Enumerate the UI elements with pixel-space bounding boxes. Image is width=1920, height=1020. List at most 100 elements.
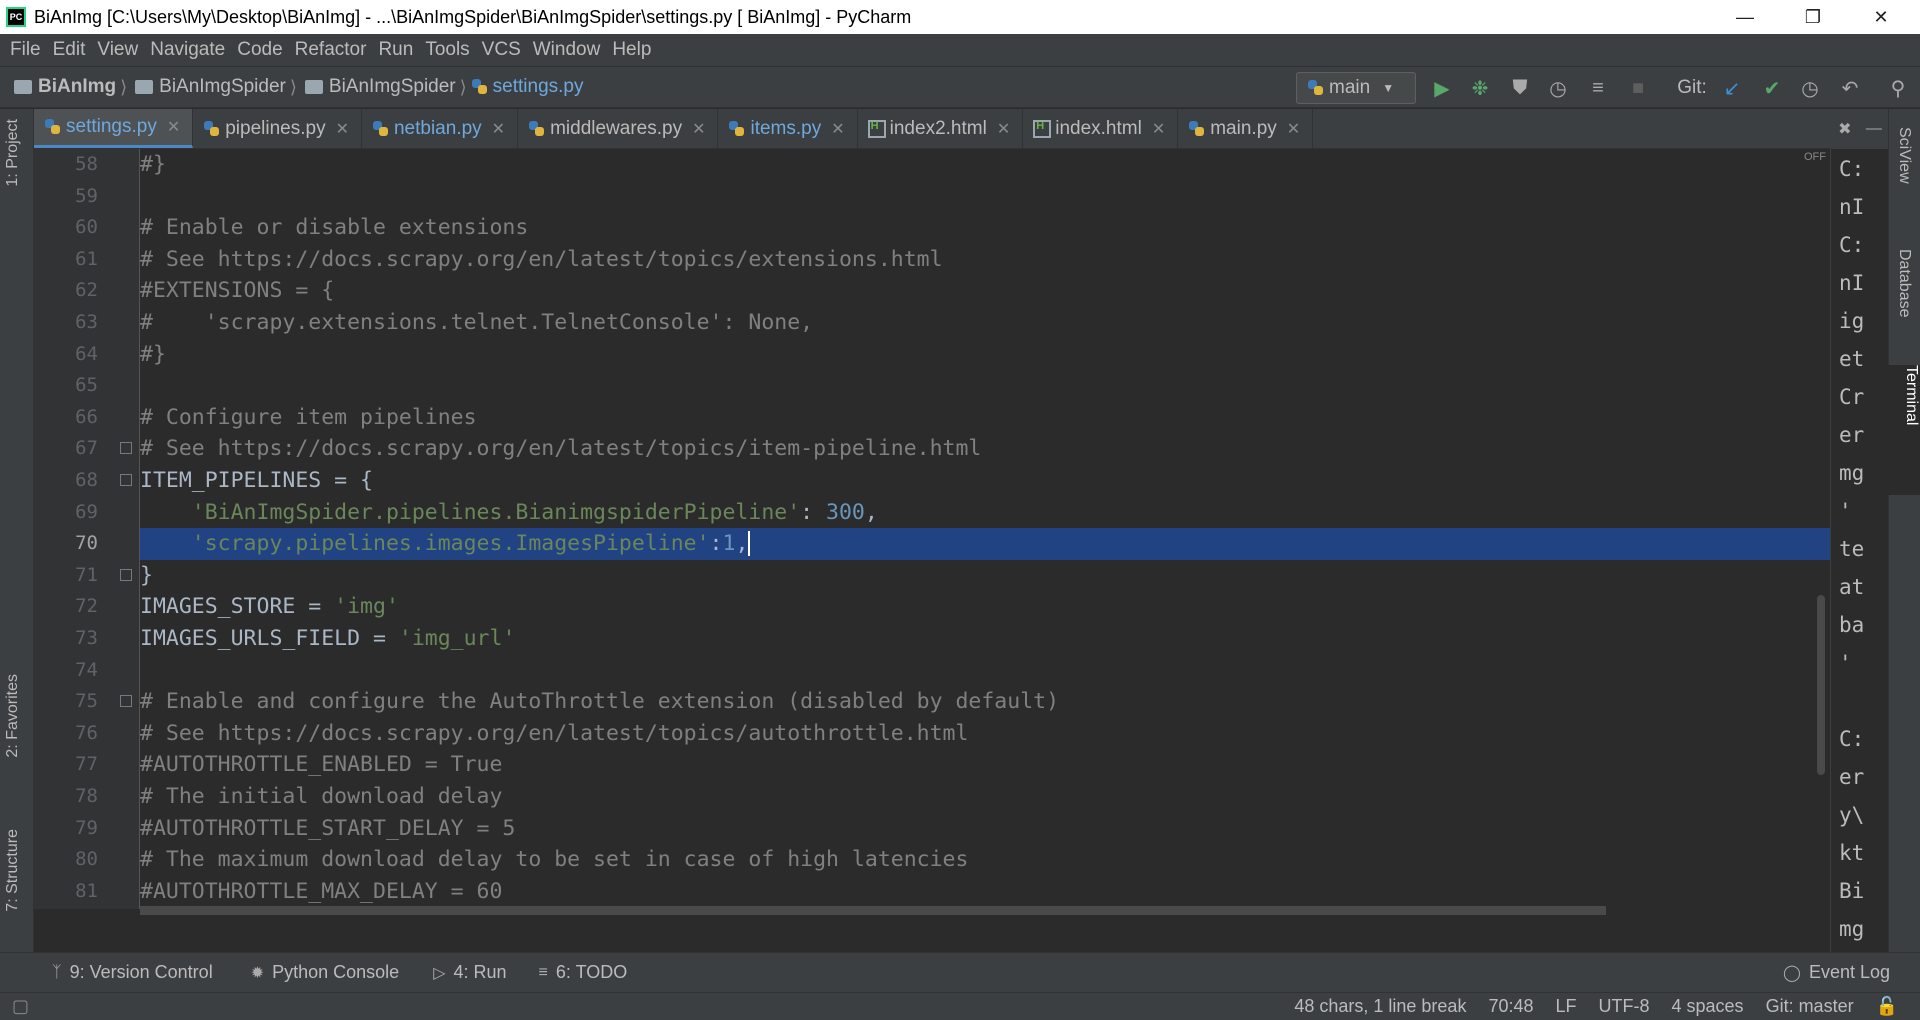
tab-items[interactable]: items.py ✕ xyxy=(718,109,858,148)
tool-window-project[interactable]: 1: Project xyxy=(4,119,22,187)
code-editor[interactable]: #} # Enable or disable extensions # See … xyxy=(140,149,1830,909)
menu-refactor[interactable]: Refactor xyxy=(289,39,373,61)
restore-button[interactable]: ❐ xyxy=(1784,0,1842,34)
close-icon[interactable]: ✕ xyxy=(1287,119,1300,139)
breadcrumb-item[interactable]: BiAnImgSpider ⟩ xyxy=(131,76,301,98)
folder-icon xyxy=(304,80,323,94)
tool-window-favorites[interactable]: 2: Favorites xyxy=(4,674,22,758)
tab-index2-html[interactable]: index2.html ✕ xyxy=(858,109,1024,148)
menu-window[interactable]: Window xyxy=(527,39,607,61)
coverage-icon[interactable]: ⛊ xyxy=(1506,74,1534,102)
menu-tools[interactable]: Tools xyxy=(419,39,475,61)
fold-marker-icon[interactable] xyxy=(120,695,132,707)
tool-windows-toggle-icon[interactable]: ▢ xyxy=(12,996,29,1017)
close-icon[interactable]: ✕ xyxy=(831,119,844,139)
close-button[interactable]: ✕ xyxy=(1852,0,1910,34)
line-number: 74 xyxy=(75,658,98,681)
breadcrumb-item[interactable]: BiAnImg ⟩ xyxy=(0,76,131,98)
run-configuration-label: main xyxy=(1329,77,1371,98)
menu-navigate[interactable]: Navigate xyxy=(144,39,231,61)
tool-window-structure[interactable]: 7: Structure xyxy=(4,829,22,912)
close-icon[interactable]: ✕ xyxy=(1152,119,1165,139)
stop-icon[interactable]: ■ xyxy=(1624,74,1652,102)
menu-help[interactable]: Help xyxy=(606,39,657,61)
inspection-off-label[interactable]: OFF xyxy=(1804,151,1826,163)
terminal-panel[interactable]: ✖ — C: nI C: nI ig et Cr er mg ' te at b… xyxy=(1830,109,1889,952)
python-console-icon: ✹ xyxy=(250,964,265,982)
git-commit-icon[interactable]: ✔ xyxy=(1758,74,1786,102)
close-icon[interactable]: ✕ xyxy=(492,119,505,139)
tab-middlewares[interactable]: middlewares.py ✕ xyxy=(518,109,719,148)
bottom-tool-label: 4: Run xyxy=(453,962,507,982)
code-line: IMAGES_STORE = 'img' xyxy=(140,591,1830,623)
history-icon[interactable]: ◷ xyxy=(1796,74,1824,102)
event-log-button[interactable]: ◯ Event Log xyxy=(1783,962,1890,983)
run-icon[interactable]: ▶ xyxy=(1428,74,1456,102)
line-number: 78 xyxy=(75,785,98,807)
tab-label: index2.html xyxy=(889,117,987,139)
tool-window-database[interactable]: Database xyxy=(1895,249,1913,318)
chevron-down-icon: ▼ xyxy=(1382,81,1395,95)
fold-marker-icon[interactable] xyxy=(120,442,132,454)
python-file-icon xyxy=(1188,120,1206,138)
git-update-icon[interactable]: ↙ xyxy=(1718,74,1746,102)
version-control-button[interactable]: ᛉ 9: Version Control xyxy=(52,962,213,983)
tab-pipelines[interactable]: pipelines.py ✕ xyxy=(193,109,362,148)
debug-icon[interactable]: ❉ xyxy=(1466,74,1494,102)
code-line: # Configure item pipelines xyxy=(140,404,477,430)
minimize-panel-icon[interactable]: — xyxy=(1866,120,1882,138)
string-literal: 'BiAnImgSpider.pipelines.BianimgspiderPi… xyxy=(191,499,801,525)
vertical-scrollbar[interactable] xyxy=(1817,595,1825,775)
tab-netbian[interactable]: netbian.py ✕ xyxy=(362,109,519,148)
menu-edit[interactable]: Edit xyxy=(47,39,92,61)
menu-run[interactable]: Run xyxy=(372,39,419,61)
menu-code[interactable]: Code xyxy=(231,39,288,61)
profile-icon[interactable]: ◷ xyxy=(1544,74,1572,102)
bottom-tool-bar: ᛉ 9: Version Control ✹ Python Console ▷ … xyxy=(0,952,1920,992)
todo-button[interactable]: ≡ 6: TODO xyxy=(539,962,628,983)
fold-marker-icon[interactable] xyxy=(120,569,132,581)
tab-label: middlewares.py xyxy=(550,117,683,139)
hide-icon[interactable]: ✖ xyxy=(1838,119,1851,139)
close-icon[interactable]: ✕ xyxy=(997,119,1010,139)
python-console-button[interactable]: ✹ Python Console xyxy=(251,962,400,983)
fold-marker-icon[interactable] xyxy=(120,474,132,486)
close-icon[interactable]: ✕ xyxy=(336,119,349,139)
status-git-branch[interactable]: Git: master xyxy=(1766,996,1854,1017)
run-icon: ▷ xyxy=(433,964,446,982)
menu-vcs[interactable]: VCS xyxy=(476,39,527,61)
menu-file[interactable]: File xyxy=(4,39,47,61)
line-number: 81 xyxy=(75,879,98,902)
run-tool-button[interactable]: ▷ 4: Run xyxy=(433,962,506,983)
status-caret-position[interactable]: 70:48 xyxy=(1488,996,1533,1017)
line-number: 73 xyxy=(75,627,98,649)
terminal-line: ba xyxy=(1839,613,1865,637)
code-line: } xyxy=(140,562,153,588)
rollback-icon[interactable]: ↶ xyxy=(1836,74,1864,102)
code-line: # See https://docs.scrapy.org/en/latest/… xyxy=(140,720,969,746)
tab-label: main.py xyxy=(1210,117,1277,139)
tab-settings[interactable]: settings.py ✕ xyxy=(34,109,194,148)
string-literal: 'img' xyxy=(334,594,399,620)
breadcrumb-item[interactable]: BiAnImgSpider ⟩ xyxy=(301,76,471,98)
tab-index-html[interactable]: index.html ✕ xyxy=(1023,109,1179,148)
lock-icon[interactable]: 🔓 xyxy=(1876,996,1898,1017)
search-icon[interactable]: ⚲ xyxy=(1884,74,1912,102)
horizontal-scrollbar[interactable] xyxy=(140,906,1606,915)
run-configuration-select[interactable]: main ▼ xyxy=(1296,72,1416,104)
tab-main[interactable]: main.py ✕ xyxy=(1178,109,1314,148)
tool-window-sciview[interactable]: SciView xyxy=(1895,127,1913,184)
status-line-separator[interactable]: LF xyxy=(1556,996,1577,1017)
tool-window-terminal[interactable]: Terminal xyxy=(1888,365,1920,495)
status-encoding[interactable]: UTF-8 xyxy=(1599,996,1650,1017)
minimize-button[interactable]: — xyxy=(1716,0,1774,34)
line-number: 59 xyxy=(75,184,98,207)
terminal-line: nI xyxy=(1839,271,1865,295)
status-indent[interactable]: 4 spaces xyxy=(1672,996,1744,1017)
close-icon[interactable]: ✕ xyxy=(167,117,180,137)
window-title: BiAnImg [C:\Users\My\Desktop\BiAnImg] - … xyxy=(34,6,912,27)
concurrency-icon[interactable]: ≡ xyxy=(1584,74,1612,102)
breadcrumb-item[interactable]: settings.py xyxy=(471,76,584,98)
close-icon[interactable]: ✕ xyxy=(692,119,705,139)
menu-view[interactable]: View xyxy=(91,39,144,61)
